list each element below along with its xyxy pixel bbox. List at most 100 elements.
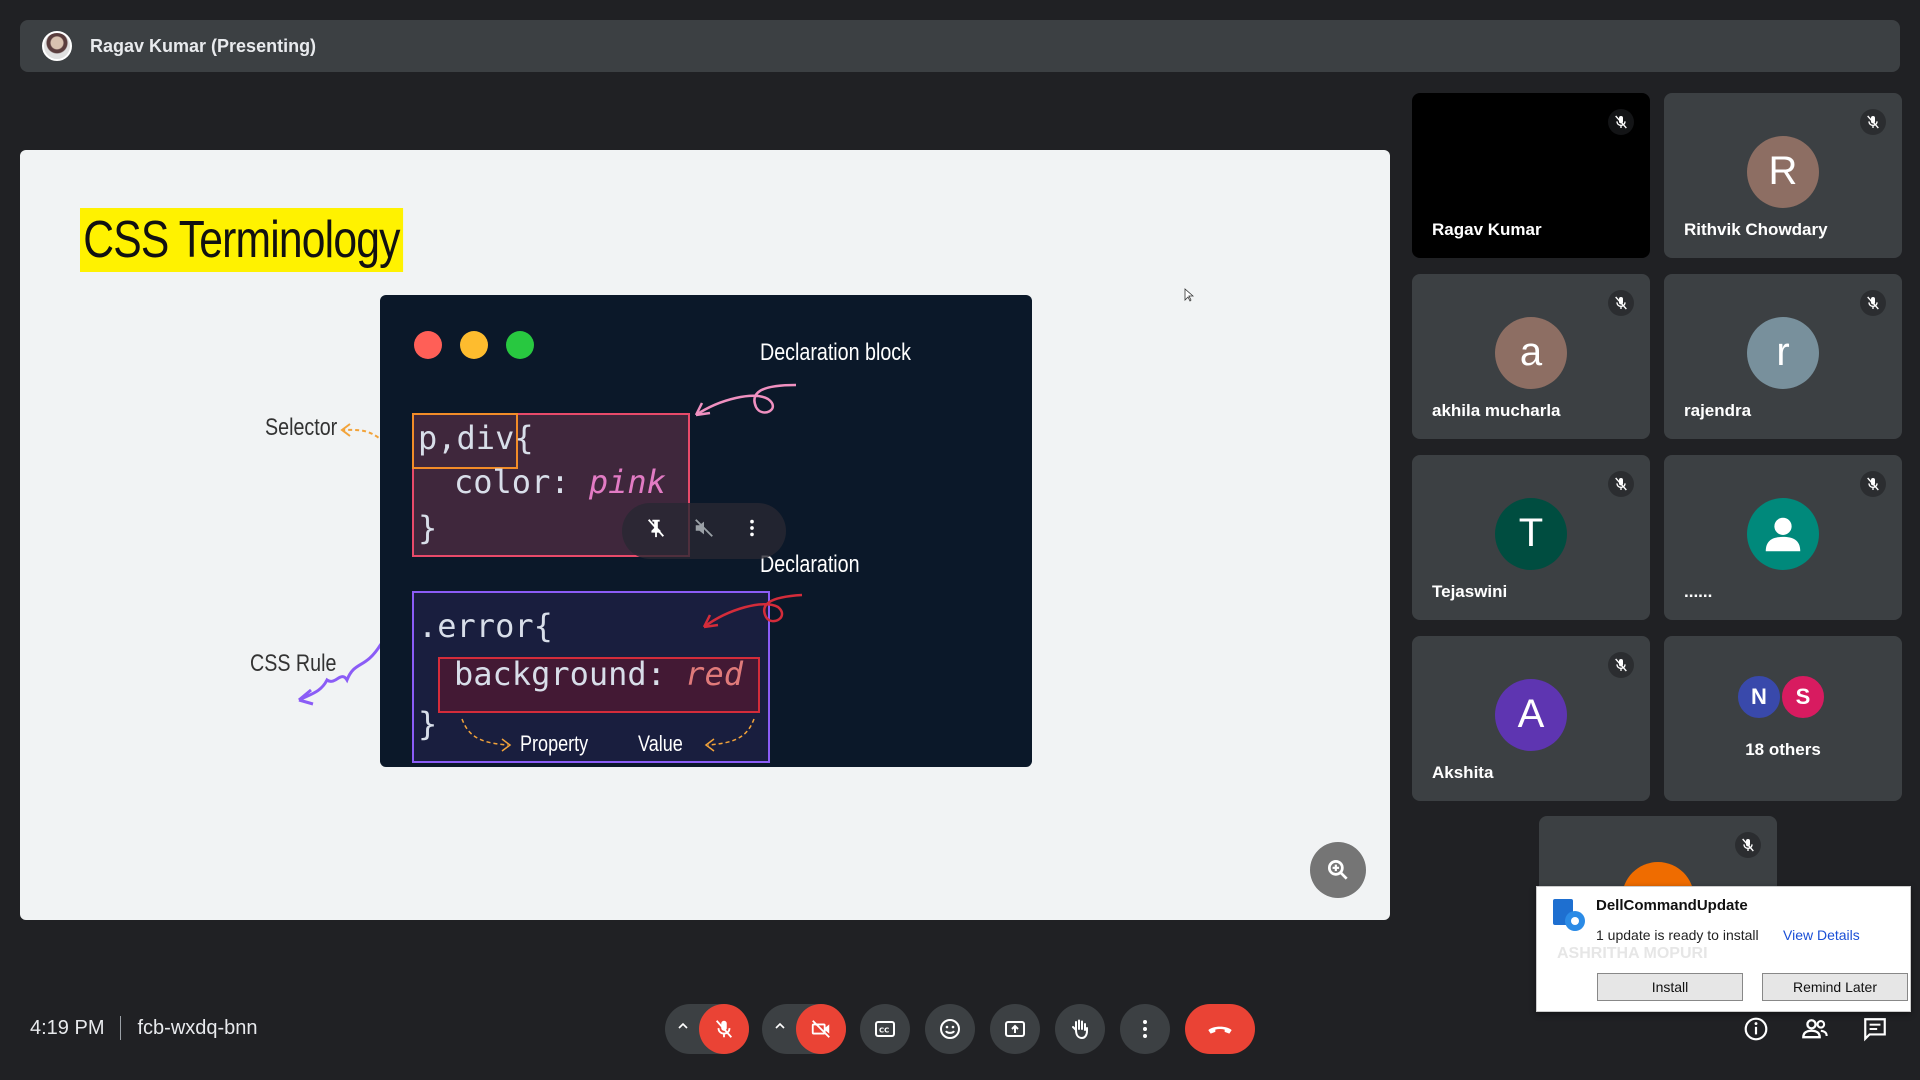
css-rule-arrow xyxy=(298,643,383,706)
declaration-block-label: Declaration block xyxy=(760,339,911,366)
mic-off-icon xyxy=(1608,109,1634,135)
chat-button[interactable] xyxy=(1860,1014,1890,1044)
participant-name: ...... xyxy=(1684,582,1713,601)
avatar: S xyxy=(1780,674,1826,720)
participant-name: Tejaswini xyxy=(1432,582,1508,601)
mute-audio-icon[interactable] xyxy=(693,517,715,545)
window-minimize-dot xyxy=(460,331,488,359)
view-details-link[interactable]: View Details xyxy=(1783,927,1860,943)
value-label: Value xyxy=(638,731,683,756)
property-value-arrows xyxy=(461,718,755,752)
mic-off-icon xyxy=(1860,471,1886,497)
camera-options-chevron-icon[interactable] xyxy=(772,1018,788,1039)
zoom-icon xyxy=(1327,859,1348,880)
avatar: T xyxy=(1495,497,1567,570)
code-line-2: color: pink xyxy=(454,463,666,501)
meeting-info: 4:19 PM fcb-wxdq-bnn xyxy=(30,1016,258,1040)
presenter-label: Ragav Kumar (Presenting) xyxy=(90,35,317,56)
raise-hand-button[interactable] xyxy=(1055,1004,1105,1054)
mic-off-icon xyxy=(715,1020,733,1038)
participant-name: ASHRITHA MOPURI xyxy=(1557,945,1708,962)
camera-button[interactable] xyxy=(796,1004,846,1054)
mic-off-icon xyxy=(1735,832,1761,858)
mouse-cursor-icon xyxy=(1184,288,1194,302)
participant-name: Ragav Kumar xyxy=(1432,220,1542,239)
participant-tile[interactable]: a akhila mucharla xyxy=(1412,274,1650,439)
code-panel: p,div{ color: pink } .error{ background:… xyxy=(380,295,1032,767)
present-icon xyxy=(1005,1021,1025,1037)
participant-tile[interactable]: r rajendra xyxy=(1664,274,1902,439)
participant-tile[interactable]: A Akshita xyxy=(1412,636,1650,801)
people-button[interactable] xyxy=(1800,1014,1830,1044)
window-close-dot xyxy=(414,331,442,359)
meeting-details-button[interactable] xyxy=(1741,1014,1771,1044)
captions-icon: CC xyxy=(875,1021,895,1037)
presenter-bar: Ragav Kumar (Presenting) xyxy=(20,20,1900,72)
code-line-4: .error{ xyxy=(418,607,553,645)
code-line-1: p,div{ xyxy=(418,419,534,457)
participant-name: rajendra xyxy=(1684,401,1752,420)
declaration-label: Declaration xyxy=(760,551,860,578)
mic-off-icon xyxy=(1608,290,1634,316)
property-label: Property xyxy=(520,731,589,756)
participant-name: Akshita xyxy=(1432,763,1494,782)
others-label: 18 others xyxy=(1745,740,1821,759)
leave-call-button[interactable] xyxy=(1185,1004,1255,1054)
code-line-6: } xyxy=(418,705,438,743)
presenter-avatar xyxy=(42,31,72,61)
code-line-3: } xyxy=(418,509,438,547)
dell-update-icon xyxy=(1553,899,1585,931)
clock: 4:19 PM xyxy=(30,1016,105,1039)
avatar xyxy=(1747,497,1819,570)
mic-control-group xyxy=(665,1004,749,1054)
remind-later-button[interactable]: Remind Later xyxy=(1762,973,1908,1001)
notification-message: 1 update is ready to install xyxy=(1596,927,1759,943)
svg-text:CC: CC xyxy=(879,1027,889,1035)
avatar: r xyxy=(1747,316,1819,389)
participant-tile[interactable]: R Rithvik Chowdary xyxy=(1664,93,1902,258)
reactions-button[interactable] xyxy=(925,1004,975,1054)
code-line-5: background: red xyxy=(454,655,743,693)
emoji-icon xyxy=(940,1019,960,1039)
install-button[interactable]: Install xyxy=(1597,973,1743,1001)
chat-icon xyxy=(1864,1018,1886,1042)
raise-hand-icon xyxy=(1072,1019,1088,1040)
camera-off-icon xyxy=(811,1020,830,1038)
participant-name: Rithvik Chowdary xyxy=(1684,220,1828,239)
declaration-arrow xyxy=(702,593,803,629)
dell-update-notification[interactable]: DellCommandUpdate 1 update is ready to i… xyxy=(1536,886,1911,1012)
present-button[interactable] xyxy=(990,1004,1040,1054)
tile-hover-controls xyxy=(622,503,786,559)
participant-tile[interactable]: T Tejaswini xyxy=(1412,455,1650,620)
more-icon xyxy=(1143,1020,1147,1038)
avatar: A xyxy=(1495,678,1567,751)
presentation-stage[interactable]: CSS Terminology Selector CSS Rule p,div{… xyxy=(20,150,1390,920)
people-icon xyxy=(1802,1019,1828,1039)
notification-title: DellCommandUpdate xyxy=(1596,897,1748,914)
more-options-icon[interactable] xyxy=(741,517,763,545)
mic-off-icon xyxy=(1860,109,1886,135)
end-call-icon xyxy=(1208,1026,1232,1034)
participant-tile[interactable]: ...... xyxy=(1664,455,1902,620)
mic-off-icon xyxy=(1608,652,1634,678)
camera-control-group xyxy=(762,1004,846,1054)
microphone-button[interactable] xyxy=(699,1004,749,1054)
zoom-button[interactable] xyxy=(1310,842,1366,898)
window-maximize-dot xyxy=(506,331,534,359)
participant-name: akhila mucharla xyxy=(1432,401,1561,420)
avatar: a xyxy=(1495,316,1567,389)
unpin-icon[interactable] xyxy=(645,517,667,545)
slide-title: CSS Terminology xyxy=(80,208,403,272)
mic-off-icon xyxy=(1860,290,1886,316)
more-options-button[interactable] xyxy=(1120,1004,1170,1054)
captions-button[interactable]: CC xyxy=(860,1004,910,1054)
info-icon xyxy=(1744,1017,1768,1041)
meeting-code: fcb-wxdq-bnn xyxy=(137,1016,258,1039)
mic-options-chevron-icon[interactable] xyxy=(675,1018,691,1039)
others-tile[interactable]: N S 18 others xyxy=(1664,636,1902,801)
person-icon xyxy=(1765,517,1801,551)
participant-tile[interactable]: Ragav Kumar xyxy=(1412,93,1650,258)
avatar: N xyxy=(1736,674,1782,720)
divider xyxy=(120,1016,122,1040)
mic-off-icon xyxy=(1608,471,1634,497)
